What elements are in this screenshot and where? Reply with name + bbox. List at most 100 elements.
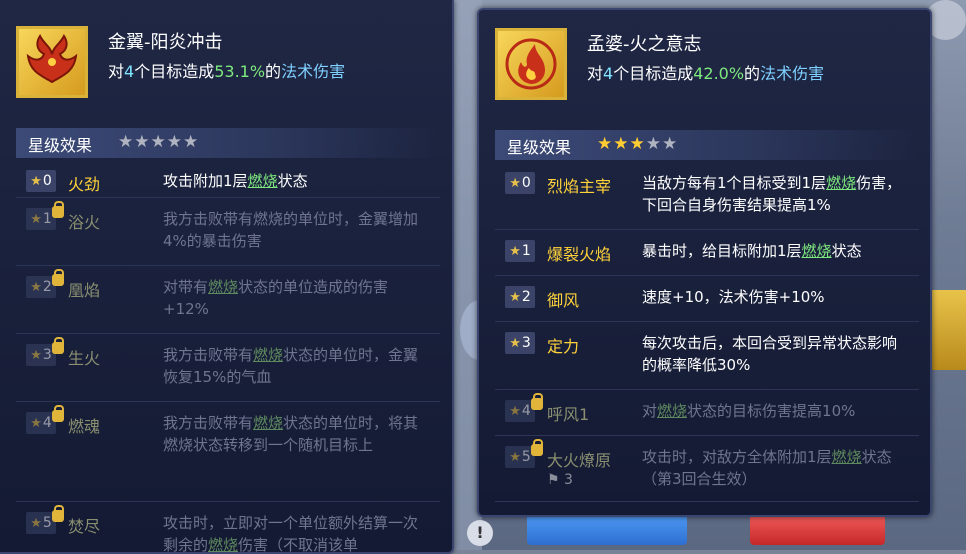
damage-percent: 42.0% bbox=[693, 64, 745, 83]
star-level-number: 5 bbox=[42, 515, 52, 531]
star-effect-row: ★ 3 生火 我方击败带有燃烧状态的单位时，金翼恢复15%的气血 bbox=[16, 334, 440, 402]
star-icon: ★ bbox=[509, 403, 521, 419]
desc-text: 我方击败带有燃烧的单位时，金翼增加4%的暴击伤害 bbox=[163, 210, 419, 250]
star-icon: ★ bbox=[509, 449, 521, 465]
star-effect-description: 当敌方每有1个目标受到1层燃烧伤害，下回合自身伤害结果提高1% bbox=[642, 172, 907, 216]
desc-text: 每次攻击后，本回合受到异常状态影响的概率降低30% bbox=[642, 334, 898, 374]
target-count: 4 bbox=[603, 64, 614, 83]
star-effect-description: 攻击时，立即对一个单位额外结算一次剩余的燃烧伤害（不取消该单 bbox=[163, 512, 428, 552]
desc-text: 速度+10，法术伤害+10% bbox=[642, 288, 825, 306]
star-effect-description: 对带有燃烧状态的单位造成的伤害+12% bbox=[163, 276, 428, 320]
burn-keyword-link[interactable]: 燃烧 bbox=[208, 536, 238, 552]
star-empty-icon: ★ bbox=[662, 134, 678, 154]
skill-header: 孟婆-火之意志 对4个目标造成42.0%的法术伤害 bbox=[495, 24, 915, 104]
star-effect-list: ★ 0 烈焰主宰 当敌方每有1个目标受到1层燃烧伤害，下回合自身伤害结果提高1% ★ 1 爆… bbox=[495, 162, 919, 502]
star-effect-description: 我方击败带有燃烧的单位时，金翼增加4%的暴击伤害 bbox=[163, 208, 428, 252]
desc-text: 状态的目标伤害提高10% bbox=[687, 402, 856, 420]
star-empty-icon: ★ bbox=[150, 132, 166, 152]
desc-text: 的 bbox=[744, 64, 761, 83]
skill-name: 孟婆-火之意志 bbox=[587, 34, 702, 55]
desc-text: 对带有 bbox=[163, 278, 209, 296]
star-icon: ★ bbox=[30, 173, 42, 189]
target-count: 4 bbox=[124, 62, 135, 81]
star-effect-description: 每次攻击后，本回合受到异常状态影响的概率降低30% bbox=[642, 332, 907, 376]
phoenix-icon bbox=[16, 26, 88, 98]
star-filled-icon: ★ bbox=[629, 134, 645, 154]
star-effect-row: ★ 4 燃魂 我方击败带有燃烧状态的单位时，将其燃烧状态转移到一个随机目标上 bbox=[16, 402, 440, 502]
burn-keyword-link[interactable]: 燃烧 bbox=[253, 414, 283, 432]
skill-name: 金翼-阳炎冲击 bbox=[108, 32, 223, 53]
star-level-badge: ★ 0 bbox=[505, 172, 535, 194]
star-effects-bar: 星级效果 ★ ★ ★ ★ ★ bbox=[16, 128, 440, 158]
burn-keyword-link[interactable]: 燃烧 bbox=[208, 278, 238, 296]
damage-type: 法术伤害 bbox=[760, 64, 825, 83]
burn-keyword-link[interactable]: 燃烧 bbox=[802, 242, 832, 260]
lock-icon bbox=[52, 337, 64, 354]
desc-text: 我方击败带有 bbox=[163, 346, 254, 364]
lock-icon bbox=[52, 269, 64, 286]
star-effect-name: 焚尽 bbox=[68, 517, 101, 536]
star-level-badge: ★ 0 bbox=[26, 170, 56, 192]
star-icon: ★ bbox=[509, 175, 521, 191]
star-filled-icon: ★ bbox=[613, 134, 629, 154]
star-effect-name: 燃魂 bbox=[68, 417, 101, 436]
star-effect-name: 爆裂火焰 bbox=[547, 245, 612, 264]
star-level-badge: ★ 2 bbox=[505, 286, 535, 308]
star-empty-icon: ★ bbox=[183, 132, 199, 152]
star-icon: ★ bbox=[30, 415, 42, 431]
star-filled-icon: ★ bbox=[597, 134, 613, 154]
star-effect-row: ★ 5 大火燎原 攻击时，对敌方全体附加1层燃烧状态（第3回合生效） ⚑ 3 bbox=[495, 436, 919, 502]
star-effect-row: ★ 1 浴火 我方击败带有燃烧的单位时，金翼增加4%的暴击伤害 bbox=[16, 198, 440, 266]
burn-keyword-link[interactable]: 燃烧 bbox=[248, 172, 278, 190]
desc-text: 对 bbox=[642, 402, 658, 420]
star-effect-row: ★ 4 呼风1 对燃烧状态的目标伤害提高10% bbox=[495, 390, 919, 436]
star-level-badge: ★ 3 bbox=[505, 332, 535, 354]
star-empty-icon: ★ bbox=[645, 134, 661, 154]
burn-keyword-link[interactable]: 燃烧 bbox=[657, 402, 687, 420]
desc-text: 个目标造成 bbox=[613, 64, 694, 83]
star-level-number: 5 bbox=[521, 449, 531, 465]
desc-text: 暴击时，给目标附加1层 bbox=[642, 242, 802, 260]
star-icon: ★ bbox=[509, 289, 521, 305]
star-effect-name: 大火燎原 bbox=[547, 451, 612, 470]
star-empty-icon: ★ bbox=[166, 132, 182, 152]
desc-text: 状态 bbox=[831, 242, 862, 260]
star-level-number: 4 bbox=[42, 415, 52, 431]
star-effect-row: ★ 2 凰焰 对带有燃烧状态的单位造成的伤害+12% bbox=[16, 266, 440, 334]
damage-percent: 53.1% bbox=[214, 62, 266, 81]
burn-keyword-link[interactable]: 燃烧 bbox=[253, 346, 283, 364]
star-empty-icon: ★ bbox=[118, 132, 134, 152]
skill-header: 金翼-阳炎冲击 对4个目标造成53.1%的法术伤害 bbox=[16, 22, 436, 102]
star-level-number: 4 bbox=[521, 403, 531, 419]
star-effect-description: 攻击附加1层燃烧状态 bbox=[163, 170, 428, 192]
star-icon: ★ bbox=[30, 347, 42, 363]
star-level-number: 3 bbox=[42, 347, 52, 363]
burn-keyword-link[interactable]: 燃烧 bbox=[826, 174, 856, 192]
star-effect-row: ★ 1 爆裂火焰 暴击时，给目标附加1层燃烧状态 bbox=[495, 230, 919, 276]
star-icon: ★ bbox=[30, 279, 42, 295]
star-icon: ★ bbox=[30, 211, 42, 227]
star-rating: ★ ★ ★ ★ ★ bbox=[118, 132, 198, 152]
lock-icon bbox=[531, 439, 543, 456]
star-level-number: 0 bbox=[42, 173, 52, 189]
star-level-number: 2 bbox=[521, 289, 531, 305]
star-level-badge: ★ 1 bbox=[505, 240, 535, 262]
star-effect-row: ★ 0 烈焰主宰 当敌方每有1个目标受到1层燃烧伤害，下回合自身伤害结果提高1% bbox=[495, 162, 919, 230]
desc-text: 对 bbox=[587, 64, 604, 83]
desc-text: 攻击附加1层 bbox=[163, 172, 248, 190]
desc-text: 状态 bbox=[277, 172, 308, 190]
lock-icon bbox=[52, 505, 64, 522]
star-effect-description: 对燃烧状态的目标伤害提高10% bbox=[642, 400, 907, 422]
info-icon[interactable]: ! bbox=[467, 520, 493, 546]
star-level-number: 1 bbox=[521, 243, 531, 259]
star-level-number: 0 bbox=[521, 175, 531, 191]
star-effect-name: 定力 bbox=[547, 337, 580, 356]
lock-icon bbox=[52, 405, 64, 422]
flame-icon bbox=[495, 28, 567, 100]
burn-keyword-link[interactable]: 燃烧 bbox=[832, 448, 862, 466]
star-effect-name: 呼风1 bbox=[547, 405, 590, 424]
star-effect-name: 生火 bbox=[68, 349, 101, 368]
lock-icon bbox=[52, 201, 64, 218]
skill-description: 对4个目标造成42.0%的法术伤害 bbox=[587, 60, 824, 84]
lock-icon bbox=[531, 393, 543, 410]
